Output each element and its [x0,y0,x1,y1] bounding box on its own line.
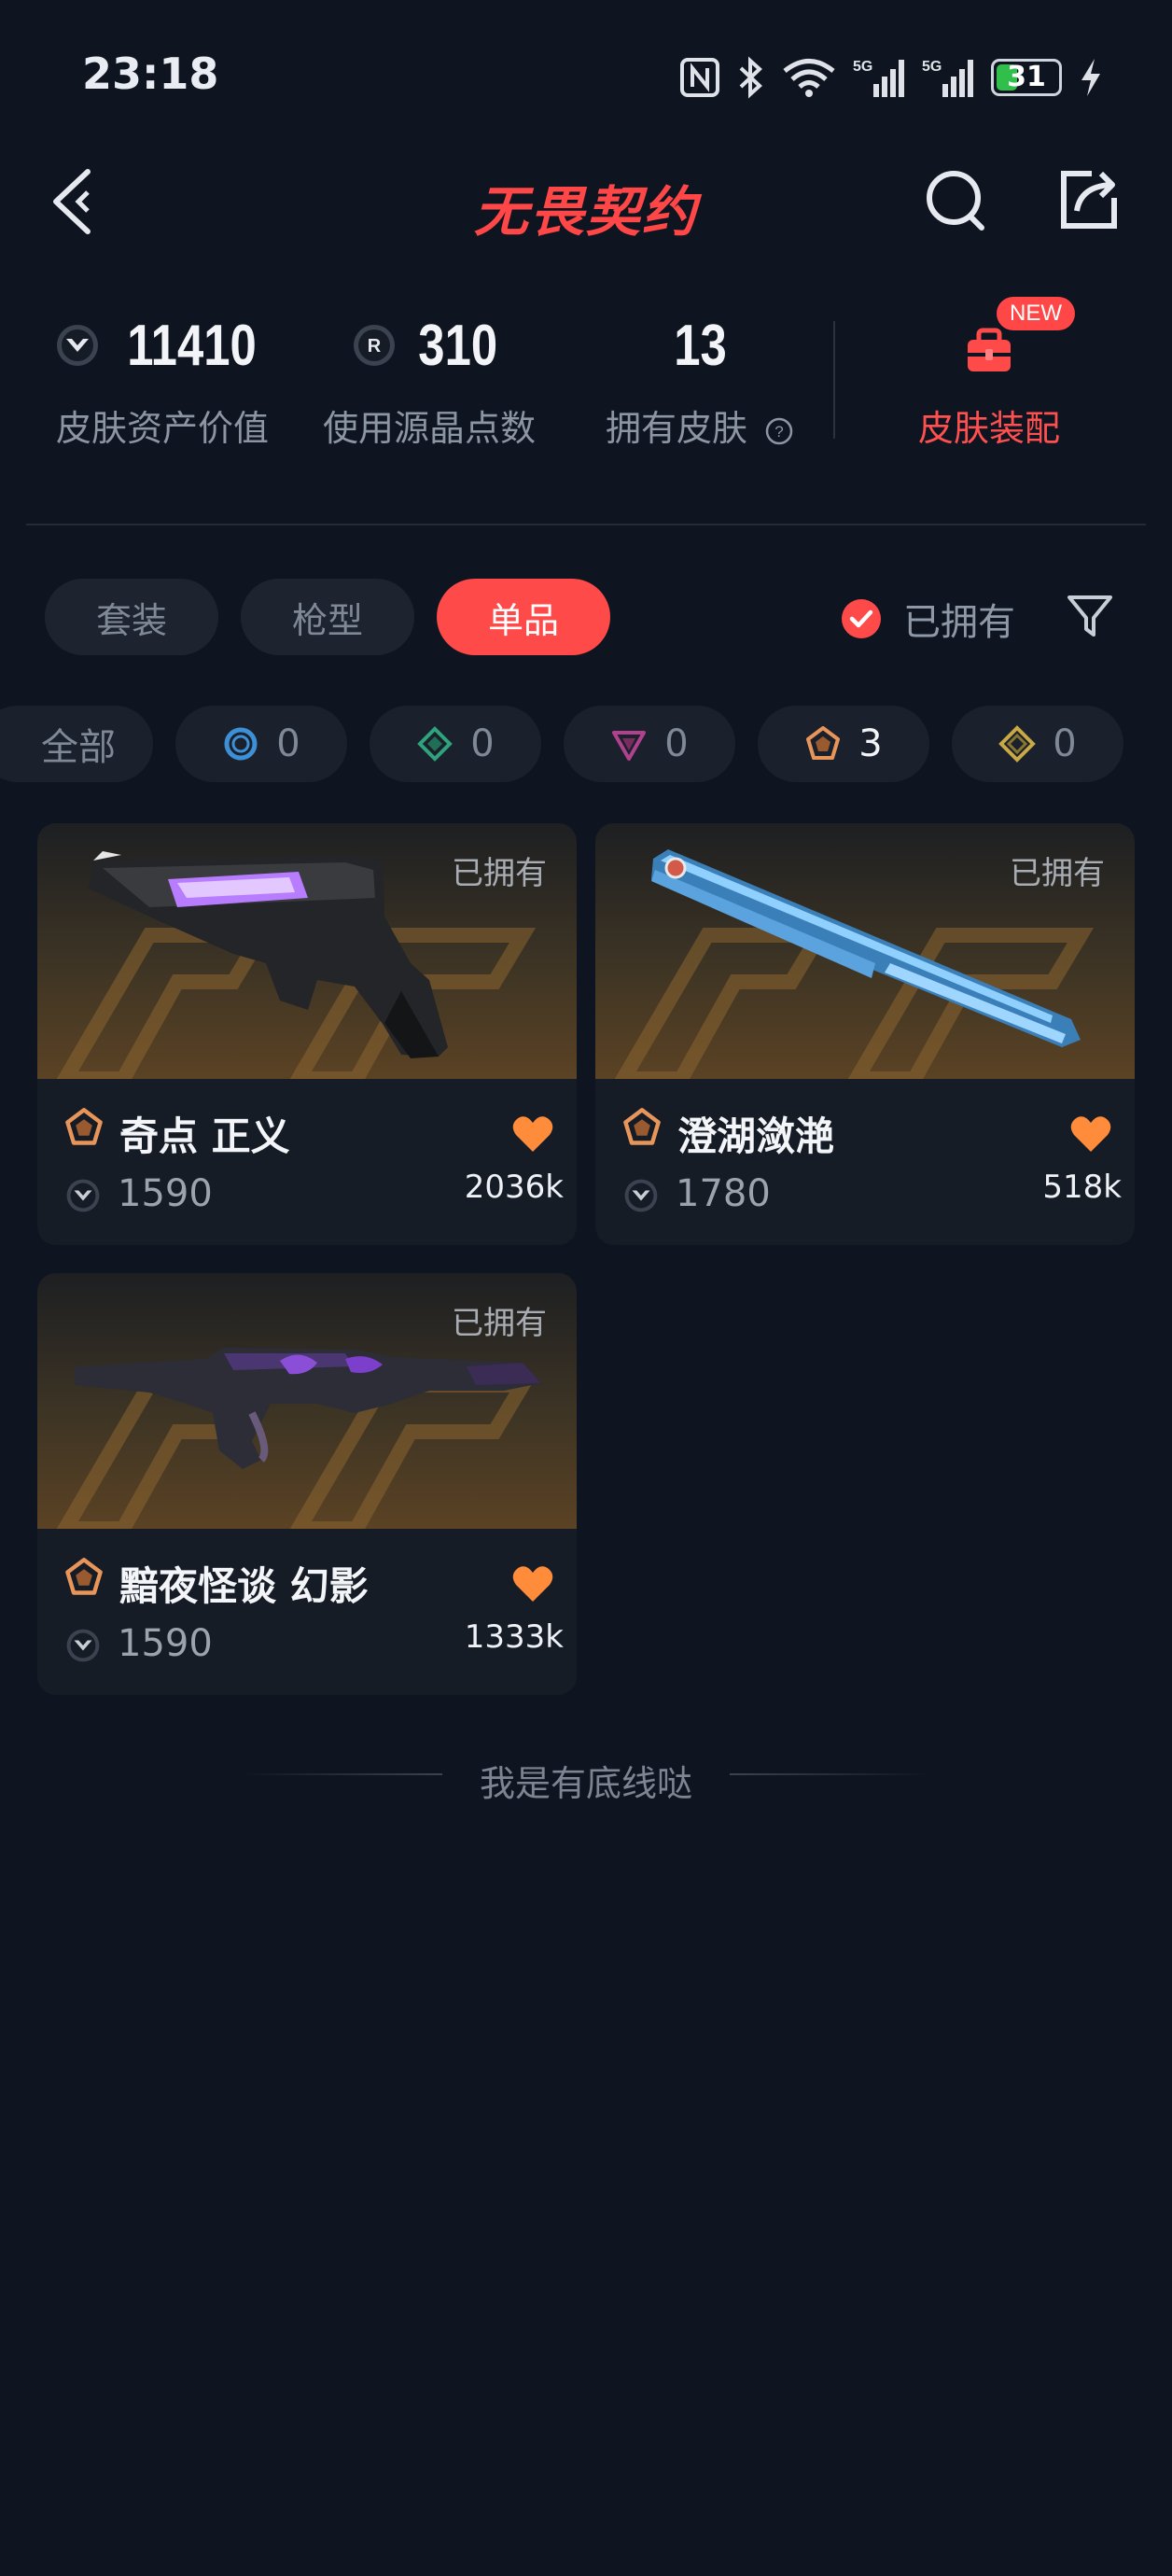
skin-info: 奇点 正义 1590 2036k [37,1079,577,1245]
rarity-chip-select[interactable]: 0 [175,706,347,782]
rarity-chip-deluxe[interactable]: 0 [370,706,541,782]
owned-tag: 已拥有 [1010,855,1105,892]
owned-tag: 已拥有 [452,855,547,892]
radianite-value: 310 [418,313,498,378]
skin-price: 1590 [118,1172,213,1215]
signal-label: 5G [922,59,942,75]
radianite-icon: R [354,325,396,366]
skin-card[interactable]: 已拥有 黯夜怪谈 幻影 1590 1333k [37,1273,577,1695]
skin-card[interactable]: 已拥有 奇点 正义 1590 2036k [37,823,577,1245]
heart-icon[interactable] [511,1564,554,1603]
rarity-chip-count: 0 [276,722,300,765]
new-badge: NEW [997,297,1075,330]
premium-tier-icon [612,731,647,761]
signal-5g-icon: 5G [922,59,973,97]
owned-filter-label: 已拥有 [903,601,1015,644]
skin-name: 黯夜怪谈 幻影 [119,1563,369,1609]
svg-text:?: ? [774,423,783,441]
exclusive-tier-icon [65,1108,103,1145]
tab-weapon-type[interactable]: 枪型 [241,579,414,655]
list-end-indicator: 我是有底线哒 [0,1755,1172,1811]
skin-likes: 518k [1042,1169,1122,1206]
owned-count-label-text: 拥有皮肤 [605,408,747,449]
exclusive-tier-icon [623,1108,661,1145]
valorant-points-icon [624,1179,658,1212]
svg-text:R: R [368,336,382,357]
rarity-chip-exclusive[interactable]: 3 [758,706,929,782]
rarity-chip-ultra[interactable]: 0 [952,706,1123,782]
rarity-chip-all-label: 全部 [41,726,116,769]
ultra-tier-icon [998,725,1037,763]
heart-icon[interactable] [511,1114,554,1154]
valorant-points-icon [66,1629,100,1662]
status-bar: 23:18 5G 5G 31 [0,0,1172,149]
rarity-chip-count: 0 [664,722,689,765]
page-title: 无畏契约 [473,180,698,244]
bluetooth-icon [739,56,762,99]
exclusive-tier-icon [65,1558,103,1595]
rarity-chip-all[interactable]: 全部 [0,706,153,782]
asset-value-label: 皮肤资产价值 [55,408,269,449]
status-time: 23:18 [82,49,219,99]
rarity-filter-row: 全部 0 0 0 3 0 [0,706,1172,782]
signal-label: 5G [853,59,872,75]
section-divider [26,524,1146,525]
divider-right [730,1773,931,1775]
radianite-label: 使用源晶点数 [322,408,536,449]
owned-tag: 已拥有 [452,1305,547,1342]
nfc-icon [680,58,719,97]
tab-bundles[interactable]: 套装 [45,579,218,655]
skin-equip-button[interactable]: NEW 皮肤装配 [896,297,1082,451]
wifi-icon [783,59,835,97]
skin-image: 已拥有 [37,823,577,1079]
status-icons: 5G 5G 31 [679,54,1103,101]
charging-icon [1081,59,1100,96]
help-icon[interactable]: ? [764,416,794,446]
tab-single-items[interactable]: 单品 [437,579,610,655]
skin-likes: 1333k [464,1618,564,1656]
stats-panel: 11410 皮肤资产价值 R 310 使用源晶点数 13 拥有皮肤 ? NEW … [0,297,1172,467]
skin-image: 已拥有 [37,1273,577,1529]
owned-count-label: 拥有皮肤 ? [597,399,802,451]
asset-value: 11410 [126,313,257,378]
asset-value-stat: 11410 皮肤资产价值 [50,308,274,451]
select-tier-icon [224,727,258,761]
battery-percent: 31 [1007,61,1046,93]
header: 无畏契约 [0,149,1172,252]
skin-likes: 2036k [464,1169,564,1206]
rarity-chip-count: 3 [858,722,883,765]
skin-info: 黯夜怪谈 幻影 1590 1333k [37,1529,577,1695]
stats-divider [833,321,835,439]
owned-count: 13 [673,313,727,378]
checked-icon[interactable] [840,597,883,640]
valorant-points-icon [66,1179,100,1212]
signal-5g-icon: 5G [853,59,904,97]
skin-equip-label: 皮肤装配 [917,408,1060,449]
skin-name: 澄湖潋滟 [677,1113,835,1159]
owned-count-stat[interactable]: 13 拥有皮肤 ? [597,308,802,451]
rarity-chip-premium[interactable]: 0 [564,706,735,782]
skin-info: 澄湖潋滟 1780 518k [595,1079,1135,1245]
rarity-chip-count: 0 [1053,722,1077,765]
skin-name: 奇点 正义 [119,1113,290,1159]
search-icon[interactable] [924,166,991,233]
skin-card[interactable]: 已拥有 澄湖潋滟 1780 518k [595,823,1135,1245]
filter-icon[interactable] [1064,590,1116,642]
radianite-stat: R 310 使用源晶点数 [317,308,541,451]
owned-filter-toggle[interactable]: 已拥有 [840,588,1015,650]
rarity-chip-count: 0 [470,722,495,765]
share-icon[interactable] [1054,166,1122,233]
skin-price: 1780 [676,1172,771,1215]
heart-icon[interactable] [1069,1114,1112,1154]
category-tabs: 套装 枪型 单品 [45,579,610,655]
list-end-text: 我是有底线哒 [479,1763,692,1804]
skin-image: 已拥有 [595,823,1135,1079]
deluxe-tier-icon [417,726,453,762]
exclusive-tier-icon [806,726,841,760]
battery-icon: 31 [991,59,1062,96]
valorant-points-icon [56,325,98,366]
skin-price: 1590 [118,1622,213,1665]
